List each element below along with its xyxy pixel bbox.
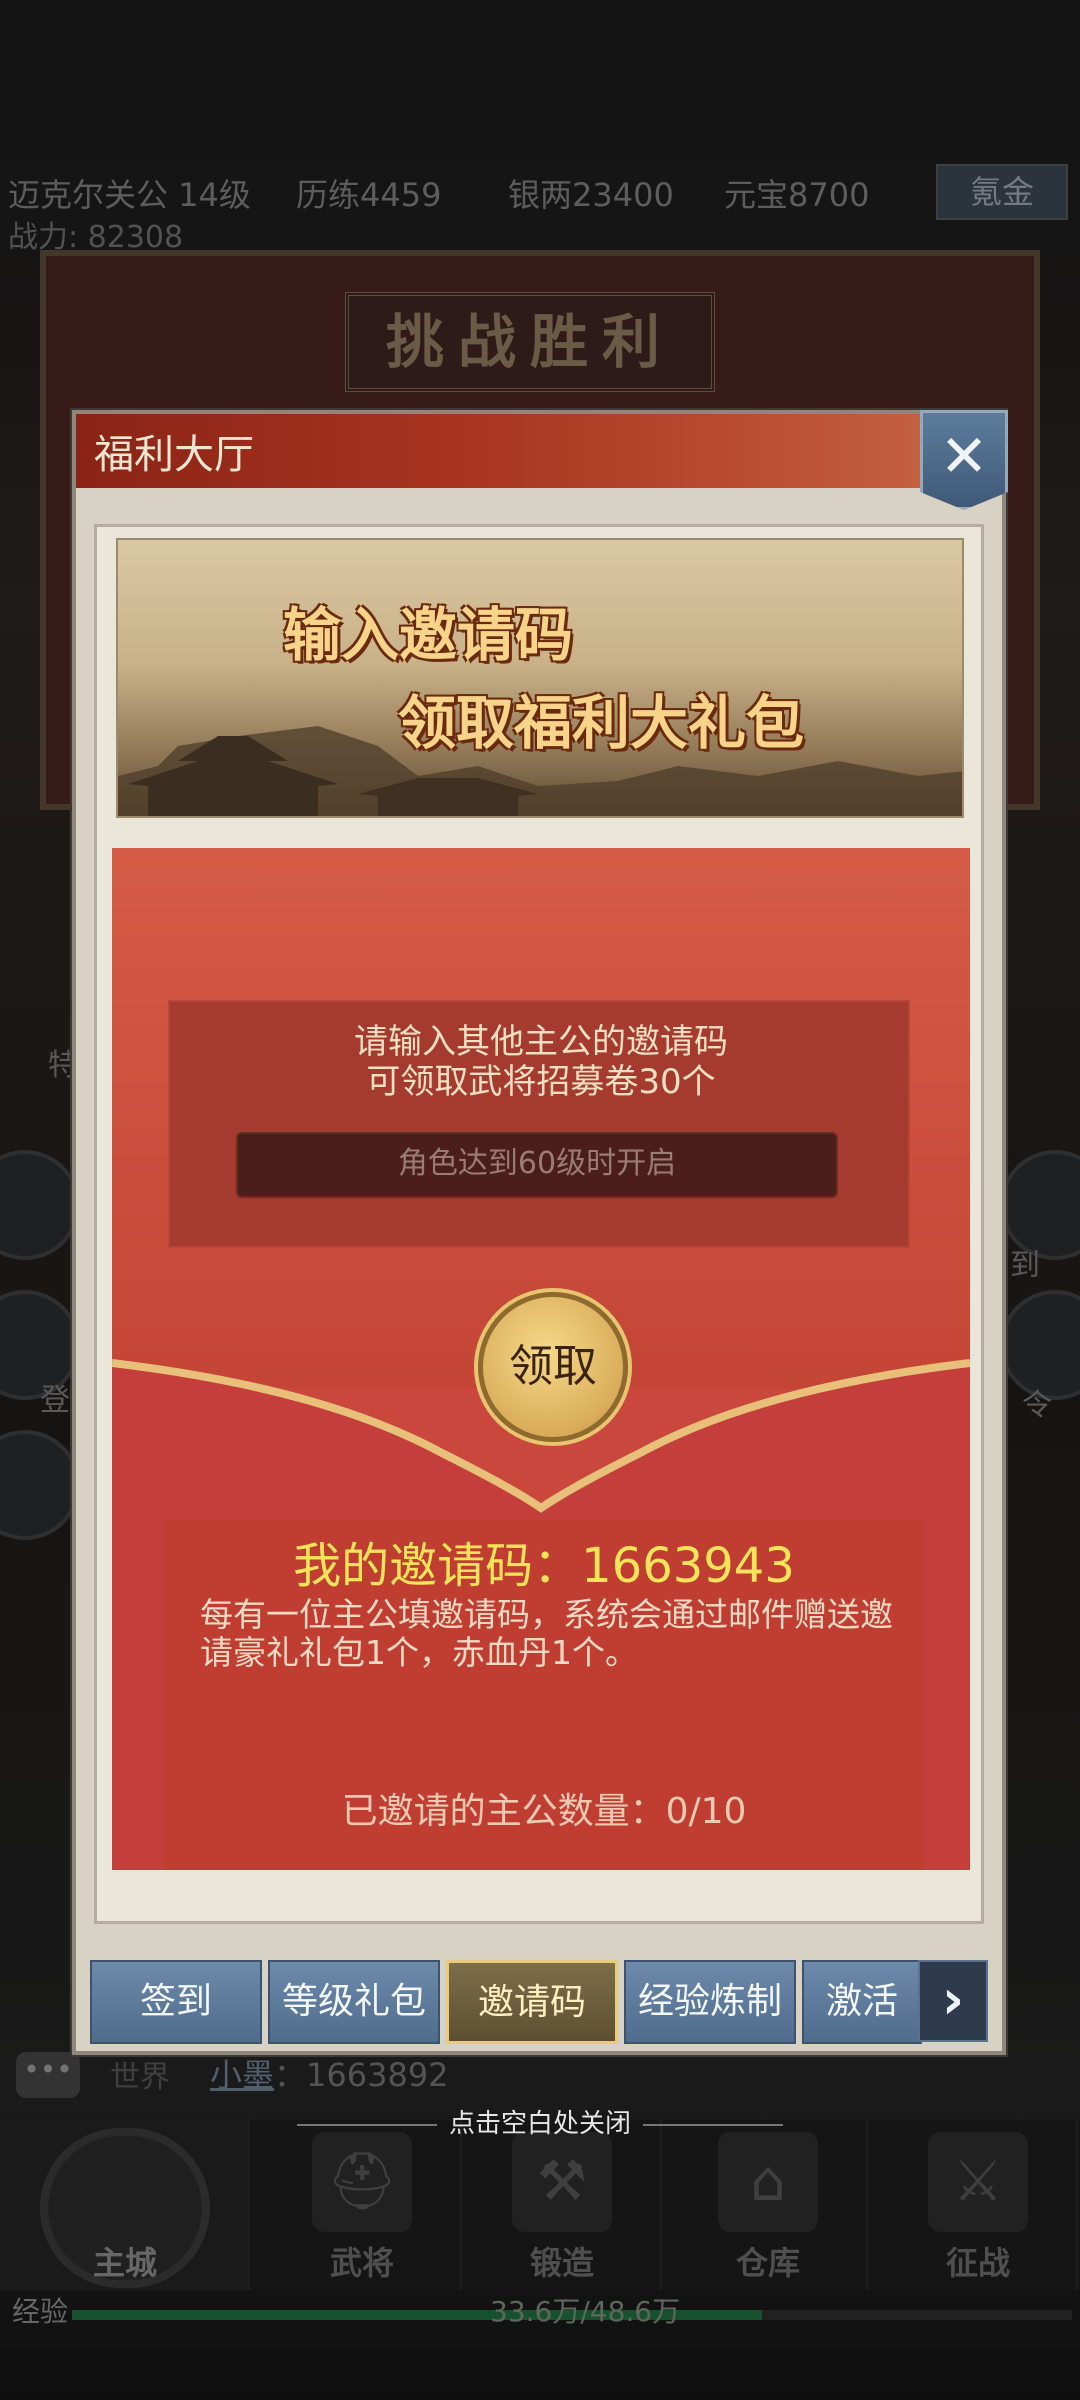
tab-exp-refine[interactable]: 经验炼制 bbox=[624, 1960, 796, 2044]
close-icon: ✕ bbox=[939, 422, 989, 490]
invited-count: 已邀请的主公数量：0/10 bbox=[341, 1791, 747, 1832]
tab-activate[interactable]: 激活 bbox=[802, 1960, 922, 2044]
chevron-right-icon: › bbox=[941, 1968, 965, 2031]
input-hint: 请输入其他主公的邀请码 可领取武将招募卷30个 bbox=[170, 1022, 912, 1102]
my-invite-info: 我的邀请码：1663943 每有一位主公填邀请码，系统会通过邮件赠送邀请豪礼礼包… bbox=[164, 1520, 924, 1870]
input-hint-line1: 请输入其他主公的邀请码 bbox=[354, 1022, 728, 1062]
divider bbox=[643, 2123, 783, 2126]
banner-line2: 领取福利大礼包 bbox=[398, 689, 805, 757]
close-button[interactable]: ✕ bbox=[920, 410, 1008, 510]
invite-input-box: 请输入其他主公的邀请码 可领取武将招募卷30个 角色达到60级时开启 bbox=[168, 1000, 910, 1248]
invite-banner: 输入邀请码 领取福利大礼包 bbox=[116, 538, 964, 818]
modal-title: 福利大厅 bbox=[94, 432, 254, 478]
tab-invite-code[interactable]: 邀请码 bbox=[446, 1960, 618, 2044]
input-hint-line2: 可领取武将招募卷30个 bbox=[366, 1062, 716, 1102]
claim-button[interactable]: 领取 bbox=[478, 1292, 628, 1442]
tap-to-close-text: 点击空白处关闭 bbox=[448, 2109, 631, 2139]
welfare-tabs: 签到 等级礼包 邀请码 经验炼制 激活 bbox=[90, 1960, 990, 2044]
divider bbox=[296, 2123, 437, 2126]
invite-code-input[interactable]: 角色达到60级时开启 bbox=[236, 1132, 838, 1198]
banner-line1: 输入邀请码 bbox=[283, 601, 574, 669]
my-invite-code: 我的邀请码：1663943 bbox=[293, 1538, 795, 1594]
tabs-next-button[interactable]: › bbox=[918, 1960, 988, 2042]
tab-sign-in[interactable]: 签到 bbox=[90, 1960, 262, 2044]
tap-to-close-hint: 点击空白处关闭 bbox=[0, 2103, 1080, 2140]
modal-header: 福利大厅 bbox=[76, 414, 1002, 488]
tab-level-gift[interactable]: 等级礼包 bbox=[268, 1960, 440, 2044]
invite-description: 每有一位主公填邀请码，系统会通过邮件赠送邀请豪礼礼包1个，赤血丹1个。 bbox=[200, 1595, 893, 1672]
red-envelope: 请输入其他主公的邀请码 可领取武将招募卷30个 角色达到60级时开启 领取 我的… bbox=[112, 848, 970, 1870]
